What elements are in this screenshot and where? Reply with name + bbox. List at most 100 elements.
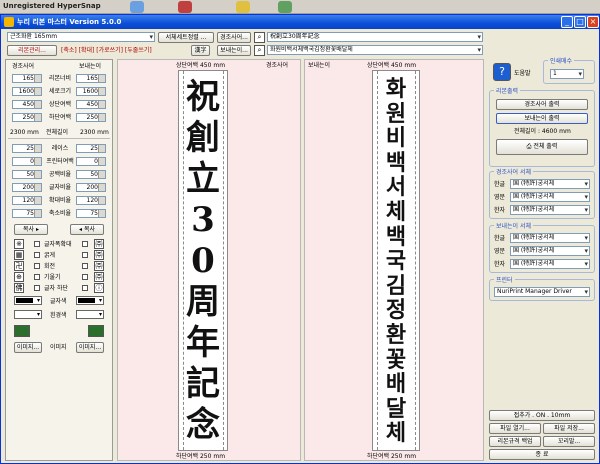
exit-button[interactable]: 종 료: [489, 449, 595, 460]
copies-value: 1: [553, 70, 557, 77]
ribbon-char: 3: [191, 200, 215, 240]
ribbon-pattern-icon[interactable]: [88, 325, 104, 337]
toolbar-icon[interactable]: [130, 1, 144, 13]
help-label[interactable]: 도움말: [514, 70, 531, 77]
sender-text-input[interactable]: 화원비백서체백국김정환꽃배달체: [267, 45, 483, 55]
spin-label: 확대비율: [48, 197, 72, 204]
option-label: 기울기: [44, 274, 61, 281]
print-sender-button[interactable]: 보내는이 출력: [496, 113, 588, 124]
hanja-button[interactable]: 漢字: [191, 45, 210, 56]
text-color-right[interactable]: [76, 296, 104, 305]
printer-select[interactable]: NuriPrint Manager Driver: [494, 287, 590, 297]
option-label: 글자 하단: [44, 285, 68, 292]
option-checkbox[interactable]: [34, 285, 40, 291]
sender-button[interactable]: 보내는이...: [217, 45, 251, 56]
font-preset-select[interactable]: 근조화환 165mm: [7, 32, 155, 42]
spin-right[interactable]: 1600: [76, 87, 106, 96]
spin-right[interactable]: 0: [76, 157, 106, 166]
sender-font-select[interactable]: 国 (特許)궁서체: [510, 259, 590, 269]
copies-select[interactable]: 1: [550, 69, 584, 79]
image-right-button[interactable]: 이미지...: [76, 342, 104, 353]
option-checkbox[interactable]: [34, 274, 40, 280]
hypersnap-title: Unregistered HyperSnap: [3, 2, 101, 10]
option-checkbox[interactable]: [82, 274, 88, 280]
symbol-right-icon[interactable]: ㈜: [94, 239, 104, 249]
spin-right-value: 120: [86, 197, 98, 204]
symbol-right-icon[interactable]: ㈜: [94, 250, 104, 260]
option-checkbox[interactable]: [34, 241, 40, 247]
spin-left[interactable]: 75: [12, 209, 42, 218]
option-checkbox[interactable]: [82, 252, 88, 258]
insert-tags[interactable]: [축소] [확대] [가로쓰기] [두줄쓰기]: [61, 47, 152, 54]
printer-group: 프린터 NuriPrint Manager Driver: [489, 275, 595, 301]
copy-left-button[interactable]: 복사 ▸: [14, 224, 48, 235]
print-gyeongjo-button[interactable]: 경조사어 출력: [496, 99, 588, 110]
option-checkbox[interactable]: [34, 263, 40, 269]
option-checkbox[interactable]: [34, 252, 40, 258]
spin-right[interactable]: 200: [76, 183, 106, 192]
border-color-left[interactable]: [14, 310, 42, 319]
symbol-left-icon[interactable]: ⊕: [14, 272, 24, 282]
symbol-left-icon[interactable]: 卍: [14, 261, 24, 271]
spin-left-value: 75: [26, 210, 34, 217]
backup-button[interactable]: 리본규격 백업: [489, 436, 541, 447]
spin-right[interactable]: 25: [76, 144, 106, 153]
maximize-button[interactable]: □: [574, 16, 586, 28]
print-all-button[interactable]: ⎙ 전체 출력: [496, 139, 588, 155]
option-checkbox[interactable]: [82, 263, 88, 269]
text-color-left[interactable]: [14, 296, 42, 305]
sender-font-select[interactable]: 国 (特許)궁서체: [510, 233, 590, 243]
symbol-left-icon[interactable]: ※: [14, 239, 24, 249]
symbol-right-icon[interactable]: ㈜: [94, 261, 104, 271]
spin-right[interactable]: 50: [76, 170, 106, 179]
spin-left[interactable]: 250: [12, 113, 42, 122]
search-icon[interactable]: ⌕: [254, 32, 265, 43]
gyeongjo-button[interactable]: 경조사어...: [217, 32, 251, 43]
sender-font-select[interactable]: 国 (特許)궁서체: [510, 246, 590, 256]
spin-right[interactable]: 250: [76, 113, 106, 122]
spin-left[interactable]: 120: [12, 196, 42, 205]
help-icon[interactable]: ?: [493, 63, 511, 81]
ribbon-pattern-icon[interactable]: [14, 325, 30, 337]
spin-right[interactable]: 120: [76, 196, 106, 205]
option-label: 회전: [44, 263, 56, 270]
copy-right-button[interactable]: ◂ 복사: [70, 224, 104, 235]
gyeongjo-font-select[interactable]: 国 (特許)궁서체: [510, 205, 590, 215]
search-icon[interactable]: ⌕: [254, 45, 265, 56]
symbol-right-icon[interactable]: ㈜: [94, 272, 104, 282]
symbol-left-icon[interactable]: 佛: [14, 283, 24, 293]
spin-right[interactable]: 165: [76, 74, 106, 83]
congratulation-text-input[interactable]: 祝創立30周年記念: [267, 32, 483, 42]
spin-left[interactable]: 1600: [12, 87, 42, 96]
spin-left[interactable]: 450: [12, 100, 42, 109]
toolbar-icon[interactable]: [278, 1, 292, 13]
file-open-button[interactable]: 파일 열기...: [489, 423, 541, 434]
spin-right[interactable]: 450: [76, 100, 106, 109]
join-button[interactable]: 접추가 . ON . 10mm: [489, 410, 595, 421]
ribbon-char: 年: [186, 323, 220, 363]
option-checkbox[interactable]: [82, 285, 88, 291]
set-sort-button[interactable]: 서체세트정렬 ...: [158, 32, 214, 43]
spin-right-value: 75: [90, 210, 98, 217]
symbol-left-icon[interactable]: ▦: [14, 250, 24, 260]
minimize-button[interactable]: _: [561, 16, 573, 28]
footer-button[interactable]: 꼬리말...: [543, 436, 595, 447]
toolbar-icon[interactable]: [178, 1, 192, 13]
option-checkbox[interactable]: [82, 241, 88, 247]
folder-icon[interactable]: [236, 1, 250, 13]
ribbon-manage-button[interactable]: 리본관리...: [7, 45, 57, 56]
spin-left[interactable]: 0: [12, 157, 42, 166]
spin-left[interactable]: 25: [12, 144, 42, 153]
border-color-right[interactable]: [76, 310, 104, 319]
image-left-button[interactable]: 이미지...: [14, 342, 42, 353]
gyeongjo-font-select[interactable]: 国 (特許)궁서체: [510, 192, 590, 202]
spin-right-value: 250: [86, 114, 98, 121]
close-button[interactable]: ×: [587, 16, 599, 28]
spin-left[interactable]: 50: [12, 170, 42, 179]
file-save-button[interactable]: 파일 저장...: [543, 423, 595, 434]
spin-right[interactable]: 75: [76, 209, 106, 218]
spin-left[interactable]: 165: [12, 74, 42, 83]
gyeongjo-font-select[interactable]: 国 (特許)궁서체: [510, 179, 590, 189]
symbol-right-icon[interactable]: ⓘ: [94, 283, 104, 293]
spin-left[interactable]: 200: [12, 183, 42, 192]
